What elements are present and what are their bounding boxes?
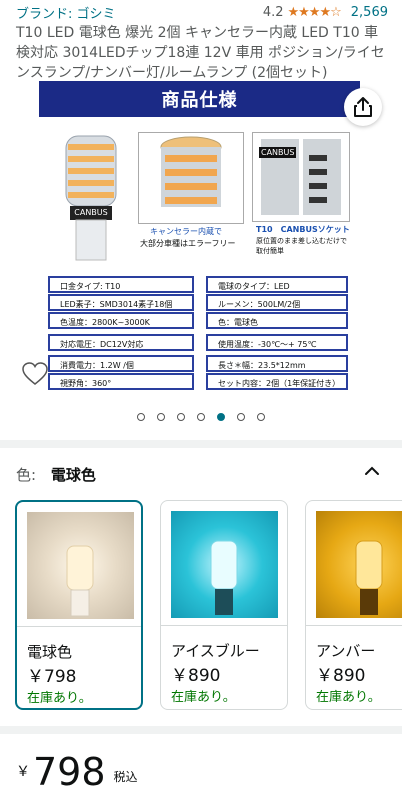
brand-rating-row: ブランド: ゴシミ 4.2 ★★★★☆ 2,569 xyxy=(16,3,388,22)
variant-card-amber[interactable]: アンバー ￥890 在庫あり。 xyxy=(305,500,402,710)
spec-left-1: 口金タイプ: T10 xyxy=(48,276,194,293)
variant-name: アイスブルー xyxy=(171,642,260,660)
share-icon xyxy=(354,97,372,117)
variant-image-warm xyxy=(27,512,134,619)
canbus-label: CANBUS xyxy=(74,208,108,217)
color-selector-header: 色: 電球色 xyxy=(16,464,96,485)
variant-name: 電球色 xyxy=(27,643,73,661)
variant-price: ￥890 xyxy=(171,666,221,686)
carousel-dot[interactable] xyxy=(157,413,165,421)
spec-left-3: 色温度：2800K~3000K xyxy=(48,312,194,329)
variant-image-amber xyxy=(316,511,402,618)
spec-left-4: 対応電圧：DC12V対応 xyxy=(48,334,194,351)
variant-image-ice-blue xyxy=(171,511,278,618)
canbus-label-2: CANBUS xyxy=(259,147,297,158)
caption-right-1: T10 CANBUSソケット xyxy=(256,225,350,234)
bulb-image-right: CANBUS xyxy=(252,132,350,222)
spec-right-6: セット内容：2個（1年保証付き） xyxy=(206,373,348,390)
carousel-dot[interactable] xyxy=(177,413,185,421)
color-label: 色: xyxy=(16,466,37,484)
star-rating-icon: ★★★★☆ xyxy=(287,4,342,20)
variant-separator xyxy=(306,625,402,626)
currency-symbol: ￥ xyxy=(16,764,30,780)
carousel-dots[interactable] xyxy=(0,413,402,421)
tax-label: 税込 xyxy=(113,770,138,784)
carousel-dot[interactable] xyxy=(237,413,245,421)
variant-stock: 在庫あり。 xyxy=(316,690,381,705)
brand-link[interactable]: ブランド: ゴシミ xyxy=(16,3,116,22)
bulb-image-left: CANBUS xyxy=(56,128,126,268)
price-value: 798 xyxy=(33,750,106,794)
caption-center-2: 大部分車種はエラーフリー xyxy=(140,239,236,248)
price-row: ￥ 798 税込 xyxy=(16,752,138,792)
product-image[interactable]: 商品仕様 CANBUS キャンセラー内蔵で 大部分車種はエラーフリー CANBU… xyxy=(18,80,384,400)
carousel-dot[interactable] xyxy=(197,413,205,421)
spec-banner: 商品仕様 xyxy=(39,81,360,117)
variant-card-warm-white[interactable]: 電球色 ￥798 在庫あり。 xyxy=(15,500,143,710)
wishlist-heart-icon[interactable] xyxy=(22,362,48,390)
variant-price: ￥890 xyxy=(316,666,366,686)
variant-stock: 在庫あり。 xyxy=(171,690,236,705)
spec-right-5: 長さ＊幅：23.5*12mm xyxy=(206,355,348,372)
variant-stock: 在庫あり。 xyxy=(27,691,92,706)
variant-name: アンバー xyxy=(316,642,376,660)
spec-right-4: 使用温度：-30℃〜+ 75℃ xyxy=(206,334,348,351)
caption-right-3: 取付簡単 xyxy=(256,247,284,255)
spec-left-2: LED素子：SMD3014素子18個 xyxy=(48,294,194,311)
chevron-up-icon[interactable] xyxy=(364,462,380,481)
section-divider xyxy=(0,440,402,448)
bulb-image-center xyxy=(138,132,244,224)
spec-right-3: 色：電球色 xyxy=(206,312,348,329)
variant-price: ￥798 xyxy=(27,667,77,687)
color-value: 電球色 xyxy=(50,466,96,484)
rating[interactable]: 4.2 ★★★★☆ 2,569 xyxy=(263,5,388,20)
spec-right-2: ルーメン：500LM/2個 xyxy=(206,294,348,311)
carousel-dot[interactable] xyxy=(137,413,145,421)
spec-right-1: 電球のタイプ：LED xyxy=(206,276,348,293)
section-divider xyxy=(0,726,402,734)
spec-left-5: 消費電力：1.2W /個 xyxy=(48,355,194,372)
variant-card-ice-blue[interactable]: アイスブルー ￥890 在庫あり。 xyxy=(160,500,288,710)
carousel-dot-active[interactable] xyxy=(217,413,225,421)
product-title: T10 LED 電球色 爆光 2個 キャンセラー内蔵 LED T10 車検対応 … xyxy=(16,25,385,81)
spec-left-6: 視野角：360° xyxy=(48,373,194,390)
rating-count-link[interactable]: 2,569 xyxy=(351,5,388,20)
carousel-dot[interactable] xyxy=(257,413,265,421)
variant-separator xyxy=(17,626,141,627)
caption-center-1: キャンセラー内蔵で xyxy=(150,227,222,236)
rating-value: 4.2 xyxy=(262,4,284,20)
share-button[interactable] xyxy=(344,88,382,126)
variant-separator xyxy=(161,625,287,626)
